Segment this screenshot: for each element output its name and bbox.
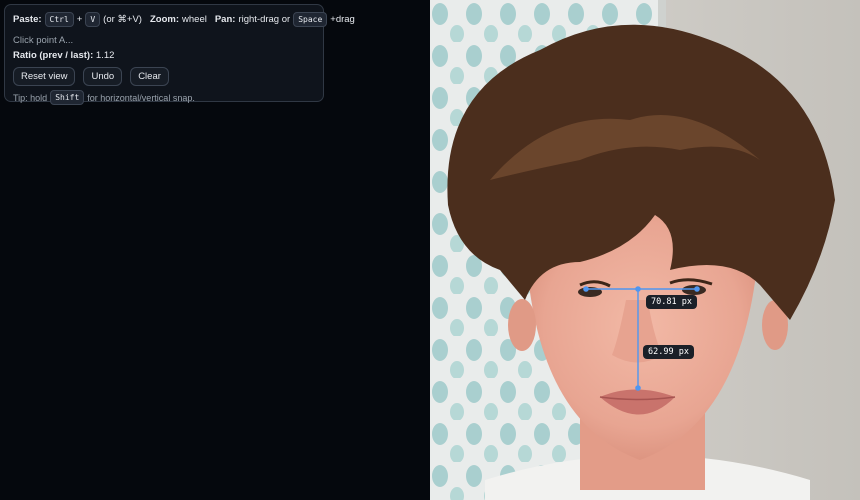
status-text: Click point A... bbox=[13, 35, 74, 46]
paste-alt-text: (or ⌘+V) bbox=[103, 14, 142, 25]
ratio-value: 1.12 bbox=[95, 50, 115, 61]
pan-label: Pan: bbox=[214, 14, 236, 25]
pan-suffix: +drag bbox=[330, 14, 355, 25]
v-key: V bbox=[85, 12, 101, 27]
reset-view-button[interactable]: Reset view bbox=[13, 67, 76, 86]
paste-label: Paste: bbox=[13, 14, 42, 25]
tip-suffix: for horizontal/vertical snap. bbox=[87, 92, 195, 103]
space-key: Space bbox=[293, 12, 328, 27]
ctrl-key: Ctrl bbox=[44, 12, 74, 27]
face-photo bbox=[430, 0, 860, 500]
shift-key: Shift bbox=[50, 90, 85, 105]
ratio-display: Ratio (prev / last): 1.12 bbox=[13, 50, 114, 61]
tip-text: Tip: hold Shift for horizontal/vertical … bbox=[13, 90, 195, 105]
ratio-label: Ratio (prev / last): bbox=[13, 50, 94, 61]
zoom-label: Zoom: bbox=[149, 14, 180, 25]
undo-button[interactable]: Undo bbox=[83, 67, 123, 86]
measurement-label-vertical: 62.99 px bbox=[643, 345, 694, 359]
shortcut-help: Paste: Ctrl + V (or ⌘+V) Zoom: wheel Pan… bbox=[13, 12, 355, 27]
pan-value: right-drag or bbox=[238, 14, 291, 25]
button-row: Reset view Undo Clear bbox=[13, 67, 169, 86]
zoom-value: wheel bbox=[182, 14, 207, 25]
tip-prefix: Tip: hold bbox=[13, 92, 48, 103]
plus-sign: + bbox=[76, 14, 83, 25]
app: 70.81 px 62.99 px Paste: Ctrl + V (or ⌘+… bbox=[0, 0, 860, 500]
clear-button[interactable]: Clear bbox=[130, 67, 169, 86]
control-panel: Paste: Ctrl + V (or ⌘+V) Zoom: wheel Pan… bbox=[4, 4, 355, 105]
measurement-label-horizontal: 70.81 px bbox=[646, 295, 697, 309]
